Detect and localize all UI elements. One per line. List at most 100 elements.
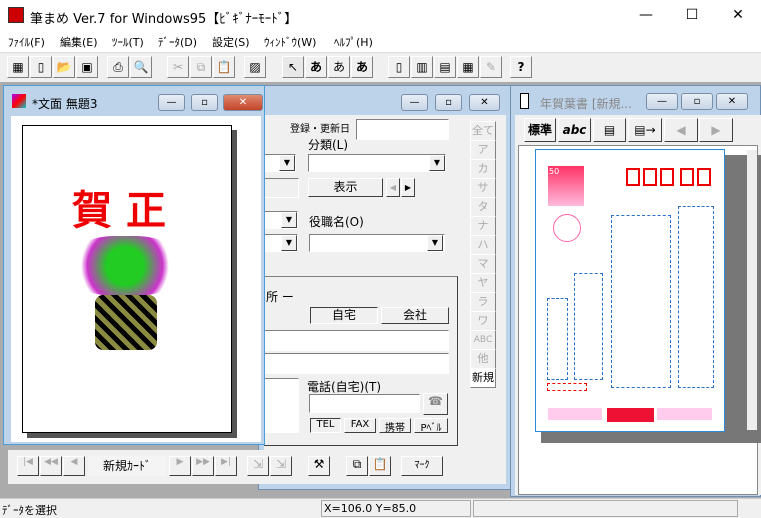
paste-card-icon[interactable]: 📋 — [369, 456, 391, 476]
prev-arrow-icon[interactable]: ◀ — [386, 178, 400, 197]
kana-tab-ha[interactable]: ハ — [470, 235, 496, 255]
print-icon[interactable]: ⎙ — [107, 56, 129, 78]
dropdown-arrow-icon[interactable]: ▼ — [281, 235, 297, 251]
phone-field[interactable] — [309, 394, 420, 413]
address-field-2[interactable] — [264, 353, 449, 374]
doc-maximize-button[interactable]: ▫ — [191, 94, 218, 111]
kana-tab-all[interactable]: 全て — [470, 121, 496, 141]
sort-kana-icon[interactable]: ⇲ — [247, 456, 269, 476]
kana-tab-ta[interactable]: タ — [470, 197, 496, 217]
prev-icon[interactable]: ◀ — [664, 118, 698, 142]
dropdown-arrow-icon[interactable]: ▼ — [281, 212, 297, 228]
kana-tab-ra[interactable]: ラ — [470, 292, 496, 312]
sort-order-icon[interactable]: ⇲ — [270, 456, 292, 476]
next-page-icon[interactable]: ▶▶ — [192, 456, 214, 476]
minimize-button[interactable]: — — [623, 0, 669, 30]
next-record-icon[interactable]: ▶ — [169, 456, 191, 476]
address-close-button[interactable]: ✕ — [469, 94, 500, 111]
kana-tab-sa[interactable]: サ — [470, 178, 496, 198]
edit-disabled-icon[interactable]: ✎ — [480, 56, 502, 78]
scrollbar[interactable] — [747, 150, 757, 430]
transfer-icon[interactable]: ▤→ — [628, 118, 662, 142]
kana-tab-ya[interactable]: ヤ — [470, 273, 496, 293]
maximize-button[interactable]: ☐ — [669, 0, 715, 30]
lottery-logo — [607, 408, 654, 422]
prev-page-icon[interactable]: ◀◀ — [40, 456, 62, 476]
menu-file[interactable]: ﾌｧｲﾙ(F) — [8, 34, 45, 50]
copy-icon[interactable]: ⧉ — [190, 56, 212, 78]
preview-icon[interactable]: 🔍 — [130, 56, 152, 78]
dropdown-arrow-icon[interactable]: ▼ — [427, 235, 443, 251]
save-icon[interactable]: ▣ — [76, 56, 98, 78]
nenga-close-button[interactable]: ✕ — [716, 93, 748, 110]
registered-date-field[interactable] — [356, 119, 449, 140]
nenga-minimize-button[interactable]: — — [646, 93, 678, 110]
menu-help[interactable]: ﾍﾙﾌﾟ(H) — [334, 34, 373, 50]
menu-window[interactable]: ｳｨﾝﾄﾞｳ(W) — [264, 34, 316, 50]
first-record-icon[interactable]: |◀ — [17, 456, 39, 476]
dropdown-arrow-icon[interactable]: ▼ — [279, 155, 295, 171]
doc-close-button[interactable]: ✕ — [223, 94, 263, 111]
zip-box — [660, 168, 674, 186]
new-icon[interactable]: ▯ — [30, 56, 52, 78]
phone-type-tel[interactable]: TEL — [310, 418, 341, 433]
title-combo[interactable] — [309, 234, 445, 252]
show-button[interactable]: 表示 — [308, 178, 383, 197]
doc-minimize-button[interactable]: — — [158, 94, 185, 111]
memo-field[interactable] — [264, 378, 299, 433]
layout-icon[interactable]: ▤ — [593, 118, 626, 142]
cut-icon[interactable]: ✂ — [167, 56, 189, 78]
paste-icon[interactable]: 📋 — [213, 56, 235, 78]
phone-type-mobile[interactable]: 携帯 — [379, 418, 411, 434]
prev-record-icon[interactable]: ◀ — [63, 456, 85, 476]
vertical-layout-icon[interactable]: ▯ — [388, 56, 410, 78]
kana-tab-new[interactable]: 新規 — [470, 368, 496, 388]
pointer-icon[interactable]: ↖ — [282, 56, 304, 78]
next-icon[interactable]: ▶ — [699, 118, 733, 142]
kana-tab-ma[interactable]: マ — [470, 254, 496, 274]
menu-tool[interactable]: ﾂｰﾙ(T) — [112, 34, 144, 50]
copy-card-icon[interactable]: ⧉ — [346, 456, 368, 476]
kana-tab-na[interactable]: ナ — [470, 216, 496, 236]
help-icon[interactable]: ? — [510, 56, 532, 78]
abc-button[interactable]: abc — [558, 118, 591, 142]
tools-icon[interactable]: ⚒ — [308, 456, 330, 476]
kana-tab-wa[interactable]: ワ — [470, 311, 496, 331]
postcard-icon — [520, 93, 529, 109]
doc-title: *文面 無題3 — [32, 97, 98, 111]
category-label: 分類(L) — [308, 138, 349, 152]
open-icon[interactable]: 📂 — [53, 56, 75, 78]
card-icon[interactable]: ▤ — [434, 56, 456, 78]
company-tab[interactable]: 会社 — [381, 307, 449, 324]
dropdown-arrow-icon[interactable]: ▼ — [429, 155, 445, 171]
last-record-icon[interactable]: ▶| — [215, 456, 237, 476]
kana-tab-abc[interactable]: ABC — [470, 330, 496, 350]
standard-button[interactable]: 標準 — [524, 118, 556, 142]
phone-icon[interactable]: ☎ — [423, 393, 448, 415]
phone-type-fax[interactable]: FAX — [344, 418, 376, 433]
mark-button[interactable]: ﾏｰｸ — [401, 456, 443, 476]
address-field-1[interactable] — [264, 330, 449, 351]
address-maximize-button[interactable]: ▫ — [435, 94, 462, 111]
close-button[interactable]: ✕ — [715, 0, 761, 30]
kana-tab-ka[interactable]: カ — [470, 159, 496, 179]
table-icon[interactable]: ▦ — [457, 56, 479, 78]
category-combo[interactable] — [308, 154, 446, 172]
form-icon[interactable]: ▥ — [411, 56, 433, 78]
menu-edit[interactable]: 編集(E) — [60, 34, 98, 50]
nenga-maximize-button[interactable]: ▫ — [681, 93, 713, 110]
next-arrow-icon[interactable]: ▶ — [401, 178, 415, 197]
home-tab[interactable]: 自宅 — [310, 307, 378, 324]
wizard-icon[interactable]: ▦ — [7, 56, 29, 78]
kana-tab-other[interactable]: 他 — [470, 349, 496, 369]
address-minimize-button[interactable]: — — [401, 94, 428, 111]
image-icon[interactable]: ▨ — [244, 56, 266, 78]
text-box-icon[interactable]: あ — [328, 56, 350, 78]
outline-text-icon[interactable]: あ — [351, 56, 373, 78]
text-icon[interactable]: あ — [305, 56, 327, 78]
menu-data[interactable]: ﾃﾞｰﾀ(D) — [158, 34, 197, 50]
app-title: 筆まめ Ver.7 for Windows95【ﾋﾞｷﾞﾅｰﾓｰﾄﾞ】 — [30, 12, 298, 27]
phone-type-pager[interactable]: Pﾍﾞﾙ — [414, 418, 448, 434]
menu-settings[interactable]: 設定(S) — [212, 34, 250, 50]
kana-tab-a[interactable]: ア — [470, 140, 496, 160]
